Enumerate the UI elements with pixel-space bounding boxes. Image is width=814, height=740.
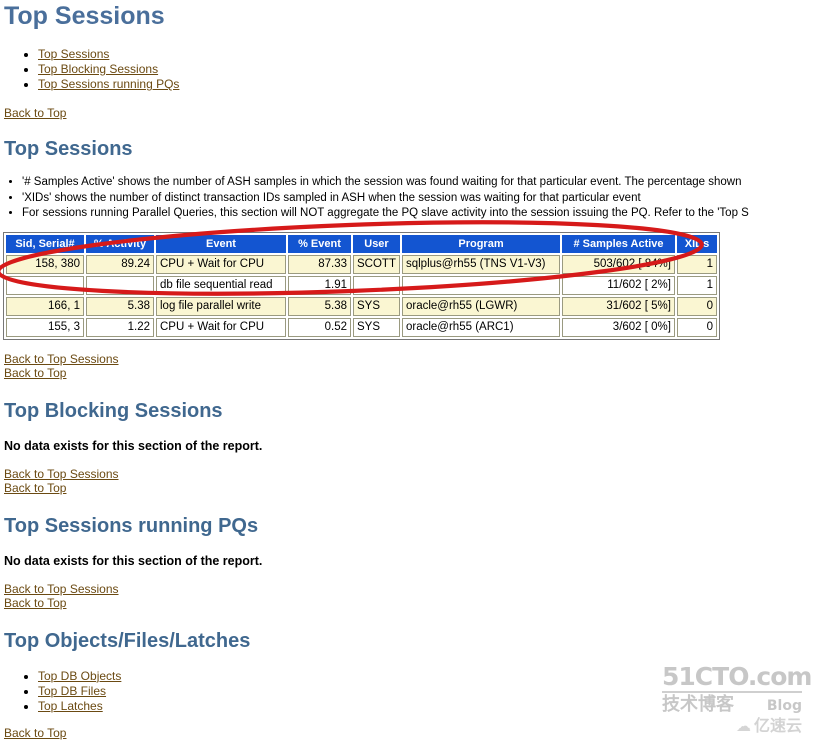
note-item-parallel-queries: For sessions running Parallel Queries, t… <box>22 206 814 222</box>
cell-samples-active: 11/602 [ 2%] <box>561 275 675 295</box>
list-item: Top Sessions running PQs <box>38 77 814 92</box>
cell-event: CPU + Wait for CPU <box>156 317 286 337</box>
cell-samples-active: 503/602 [ 84%] <box>561 254 675 274</box>
table-row: 155, 3 1.22 CPU + Wait for CPU 0.52 SYS … <box>6 317 717 337</box>
link-top-db-objects[interactable]: Top DB Objects <box>38 669 121 683</box>
cell-event: CPU + Wait for CPU <box>156 254 286 274</box>
cell-user <box>353 275 400 295</box>
list-item: Top Sessions <box>38 47 814 62</box>
back-to-top-sessions-link-1[interactable]: Back to Top Sessions <box>0 352 814 366</box>
cell-event: db file sequential read <box>156 275 286 295</box>
column-header-sid-serial: Sid, Serial# <box>6 234 84 253</box>
link-top-latches[interactable]: Top Latches <box>38 699 103 713</box>
list-item: Top Blocking Sessions <box>38 62 814 77</box>
column-header-samples-active: # Samples Active <box>561 234 675 253</box>
column-header-event: Event <box>156 234 286 253</box>
cell-xids: 1 <box>676 275 717 295</box>
top-objects-index-list: Top DB Objects Top DB Files Top Latches <box>0 669 814 714</box>
back-to-top-link-1[interactable]: Back to Top <box>0 106 814 120</box>
cell-event: log file parallel write <box>156 296 286 316</box>
report-page: Top Sessions Top Sessions Top Blocking S… <box>0 0 814 740</box>
column-header-user: User <box>353 234 400 253</box>
cell-samples-active: 3/602 [ 0%] <box>561 317 675 337</box>
table-row: db file sequential read 1.91 11/602 [ 2%… <box>6 275 717 295</box>
link-top-blocking-sessions[interactable]: Top Blocking Sessions <box>38 62 158 76</box>
table-row: 166, 1 5.38 log file parallel write 5.38… <box>6 296 717 316</box>
list-item: Top DB Objects <box>38 669 814 684</box>
cell-pct-event: 87.33 <box>288 254 351 274</box>
cell-sid-serial: 166, 1 <box>6 296 84 316</box>
column-header-pct-activity: % Activity <box>86 234 154 253</box>
cell-program: oracle@rh55 (ARC1) <box>401 317 560 337</box>
cell-pct-activity: 5.38 <box>86 296 154 316</box>
cell-xids: 0 <box>676 317 717 337</box>
section-title-top-blocking-sessions: Top Blocking Sessions <box>4 399 223 422</box>
cell-program: oracle@rh55 (LGWR) <box>401 296 560 316</box>
cell-xids: 0 <box>676 296 717 316</box>
section-title-top-sessions: Top Sessions <box>4 138 133 160</box>
column-header-pct-event: % Event <box>288 234 351 253</box>
no-data-message-blocking-sessions: No data exists for this section of the r… <box>4 438 263 453</box>
top-sessions-notes: '# Samples Active' shows the number of A… <box>0 175 814 222</box>
cell-sid-serial: 155, 3 <box>6 317 84 337</box>
no-data-message-pqs: No data exists for this section of the r… <box>4 553 263 568</box>
cell-program <box>401 275 560 295</box>
back-to-top-sessions-link-2[interactable]: Back to Top Sessions <box>0 467 814 481</box>
link-top-sessions-running-pqs[interactable]: Top Sessions running PQs <box>38 77 179 91</box>
top-sessions-index-list: Top Sessions Top Blocking Sessions Top S… <box>0 47 814 92</box>
cell-user: SYS <box>353 317 400 337</box>
cell-pct-activity <box>86 275 154 295</box>
cell-xids: 1 <box>676 254 717 274</box>
back-to-top-sessions-link-3[interactable]: Back to Top Sessions <box>0 582 814 596</box>
link-top-db-files[interactable]: Top DB Files <box>38 684 106 698</box>
cell-user: SYS <box>353 296 400 316</box>
column-header-xids: XIDs <box>676 234 717 253</box>
cell-samples-active: 31/602 [ 5%] <box>561 296 675 316</box>
cell-user: SCOTT <box>353 254 400 274</box>
list-item: Top Latches <box>38 699 814 714</box>
page-title: Top Sessions <box>4 2 165 30</box>
cell-sid-serial: 158, 380 <box>6 254 84 274</box>
cell-program: sqlplus@rh55 (TNS V1-V3) <box>401 254 560 274</box>
back-to-top-link-2[interactable]: Back to Top <box>0 366 814 380</box>
column-header-program: Program <box>401 234 560 253</box>
cell-pct-activity: 1.22 <box>86 317 154 337</box>
cell-pct-event: 0.52 <box>288 317 351 337</box>
note-item-xids: 'XIDs' shows the number of distinct tran… <box>22 191 814 207</box>
list-item: Top DB Files <box>38 684 814 699</box>
cell-sid-serial <box>6 275 84 295</box>
table-row: 158, 380 89.24 CPU + Wait for CPU 87.33 … <box>6 254 717 274</box>
table-header-row: Sid, Serial# % Activity Event % Event Us… <box>6 234 717 253</box>
section-title-top-objects-files-latches: Top Objects/Files/Latches <box>4 629 251 652</box>
section-title-top-sessions-pqs: Top Sessions running PQs <box>4 514 259 537</box>
back-to-top-link-3[interactable]: Back to Top <box>0 481 814 495</box>
link-top-sessions[interactable]: Top Sessions <box>38 47 109 61</box>
back-to-top-link-4[interactable]: Back to Top <box>0 596 814 610</box>
top-sessions-table: Sid, Serial# % Activity Event % Event Us… <box>3 231 720 340</box>
note-item-samples-active: '# Samples Active' shows the number of A… <box>22 175 814 191</box>
cell-pct-event: 1.91 <box>288 275 351 295</box>
cell-pct-activity: 89.24 <box>86 254 154 274</box>
cell-pct-event: 5.38 <box>288 296 351 316</box>
back-to-top-link-5[interactable]: Back to Top <box>0 726 814 740</box>
